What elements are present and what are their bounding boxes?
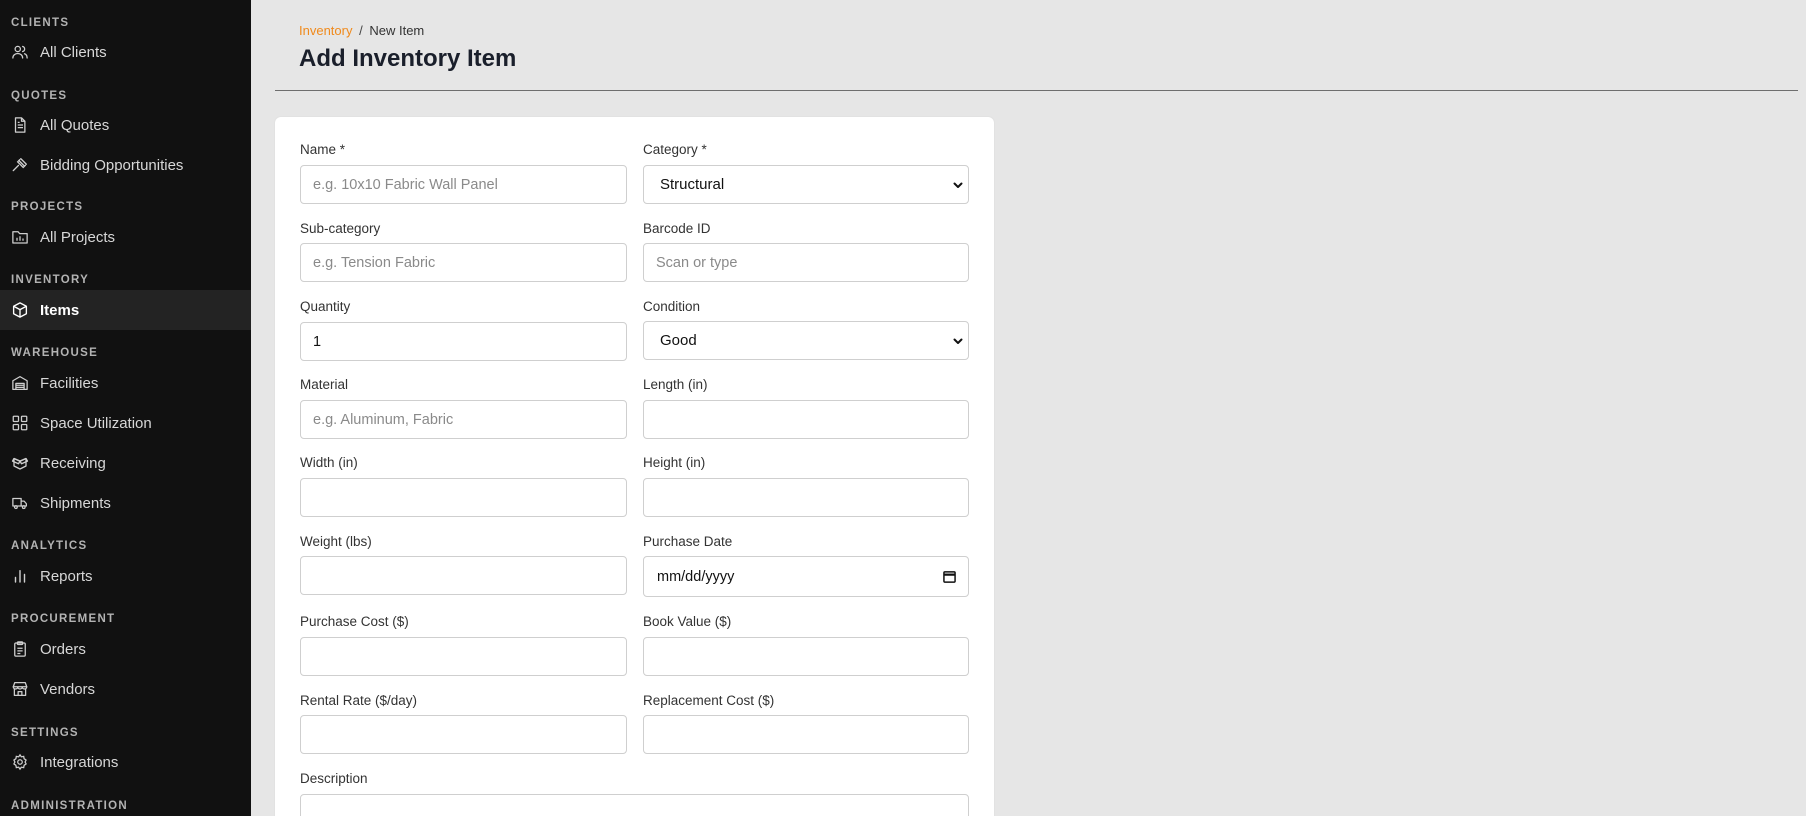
- inventory-item-form: Name * Category * Structural Sub-categor…: [275, 117, 994, 816]
- book-value-label: Book Value ($): [643, 614, 732, 629]
- folder-chart-icon: [11, 228, 29, 246]
- section-title-warehouse: WAREHOUSE: [11, 347, 99, 359]
- sidebar-item-all-projects[interactable]: All Projects: [0, 217, 251, 257]
- sidebar-item-label: Space Utilization: [40, 414, 152, 432]
- users-icon: [11, 43, 29, 61]
- sidebar-item-label: Receiving: [40, 454, 106, 472]
- description-label: Description: [300, 771, 368, 786]
- condition-label: Condition: [643, 299, 701, 314]
- chevron-down-icon: [953, 182, 963, 188]
- breadcrumb-current: New Item: [369, 23, 425, 38]
- header-divider: [275, 90, 1798, 91]
- purchase-cost-input[interactable]: [300, 637, 627, 676]
- sidebar-item-label: Reports: [40, 567, 93, 585]
- category-select[interactable]: Structural: [643, 165, 969, 204]
- subcategory-input[interactable]: [300, 243, 627, 282]
- box-icon: [11, 301, 29, 319]
- section-title-clients: CLIENTS: [11, 17, 70, 29]
- section-title-procurement: PROCUREMENT: [11, 613, 116, 625]
- height-label: Height (in): [643, 455, 706, 470]
- sidebar-item-label: Shipments: [40, 494, 111, 512]
- sidebar-item-label: Bidding Opportunities: [40, 156, 184, 174]
- material-label: Material: [300, 377, 349, 392]
- sidebar-item-label: All Quotes: [40, 116, 110, 134]
- page-title: Add Inventory Item: [299, 45, 517, 72]
- calendar-icon[interactable]: [943, 570, 956, 583]
- weight-input[interactable]: [300, 556, 627, 595]
- purchase-date-input[interactable]: mm/dd/yyyy: [643, 556, 969, 597]
- sidebar-item-label: Orders: [40, 640, 86, 658]
- warehouse-icon: [11, 374, 29, 392]
- replacement-cost-label: Replacement Cost ($): [643, 693, 775, 708]
- breadcrumb-separator: /: [359, 23, 363, 38]
- name-label: Name *: [300, 142, 346, 157]
- weight-label: Weight (lbs): [300, 534, 372, 549]
- bar-chart-icon: [11, 567, 29, 585]
- sidebar-item-shipments[interactable]: Shipments: [0, 483, 251, 523]
- section-title-quotes: QUOTES: [11, 90, 68, 102]
- book-value-input[interactable]: [643, 637, 969, 676]
- gavel-icon: [11, 156, 29, 174]
- breadcrumb-link-inventory[interactable]: Inventory: [299, 23, 352, 38]
- rental-rate-label: Rental Rate ($/day): [300, 693, 418, 708]
- truck-icon: [11, 494, 29, 512]
- width-input[interactable]: [300, 478, 627, 517]
- subcategory-label: Sub-category: [300, 221, 381, 236]
- material-input[interactable]: [300, 400, 627, 439]
- sidebar-item-receiving[interactable]: Receiving: [0, 443, 251, 483]
- sidebar-item-label: Vendors: [40, 680, 96, 698]
- chevron-down-icon: [953, 338, 963, 344]
- purchase-date-label: Purchase Date: [643, 534, 733, 549]
- sidebar-item-integrations[interactable]: Integrations: [0, 742, 251, 782]
- sidebar-item-items[interactable]: Items: [0, 290, 251, 330]
- width-label: Width (in): [300, 455, 358, 470]
- condition-select[interactable]: Good: [643, 321, 969, 360]
- sidebar-item-label: Items: [40, 301, 80, 319]
- barcode-input[interactable]: [643, 243, 969, 282]
- gear-icon: [11, 753, 29, 771]
- grid-icon: [11, 414, 29, 432]
- section-title-administration: ADMINISTRATION: [11, 800, 129, 812]
- section-title-analytics: ANALYTICS: [11, 540, 88, 552]
- document-icon: [11, 116, 29, 134]
- sidebar-item-label: Integrations: [40, 753, 119, 771]
- quantity-input[interactable]: [300, 322, 627, 361]
- clipboard-icon: [11, 640, 29, 658]
- store-icon: [11, 680, 29, 698]
- purchase-date-value: mm/dd/yyyy: [657, 568, 735, 585]
- length-label: Length (in): [643, 377, 708, 392]
- sidebar-item-all-clients[interactable]: All Clients: [0, 32, 251, 72]
- category-selected-value: Structural: [660, 176, 725, 193]
- replacement-cost-input[interactable]: [643, 715, 969, 754]
- rental-rate-input[interactable]: [300, 715, 627, 754]
- sidebar-item-vendors[interactable]: Vendors: [0, 669, 251, 709]
- name-input[interactable]: [300, 165, 627, 204]
- sidebar-item-reports[interactable]: Reports: [0, 556, 251, 596]
- barcode-label: Barcode ID: [643, 221, 711, 236]
- section-title-inventory: INVENTORY: [11, 274, 90, 286]
- section-title-settings: SETTINGS: [11, 727, 79, 739]
- sidebar-item-label: Facilities: [40, 374, 99, 392]
- length-input[interactable]: [643, 400, 969, 439]
- section-title-projects: PROJECTS: [11, 201, 84, 213]
- sidebar: CLIENTS All Clients QUOTES All Quotes Bi…: [0, 0, 251, 816]
- category-label: Category *: [643, 142, 707, 157]
- sidebar-item-facilities[interactable]: Facilities: [0, 363, 251, 403]
- height-input[interactable]: [643, 478, 969, 517]
- purchase-cost-label: Purchase Cost ($): [300, 614, 409, 629]
- sidebar-item-bidding-opportunities[interactable]: Bidding Opportunities: [0, 145, 251, 185]
- sidebar-item-label: All Projects: [40, 228, 116, 246]
- package-open-icon: [11, 454, 29, 472]
- breadcrumb: Inventory / New Item: [299, 23, 424, 38]
- sidebar-item-label: All Clients: [40, 43, 107, 61]
- sidebar-item-all-quotes[interactable]: All Quotes: [0, 105, 251, 145]
- sidebar-item-space-utilization[interactable]: Space Utilization: [0, 403, 251, 443]
- sidebar-item-orders[interactable]: Orders: [0, 629, 251, 669]
- description-textarea[interactable]: [300, 794, 969, 816]
- quantity-label: Quantity: [300, 299, 351, 314]
- condition-selected-value: Good: [660, 332, 697, 349]
